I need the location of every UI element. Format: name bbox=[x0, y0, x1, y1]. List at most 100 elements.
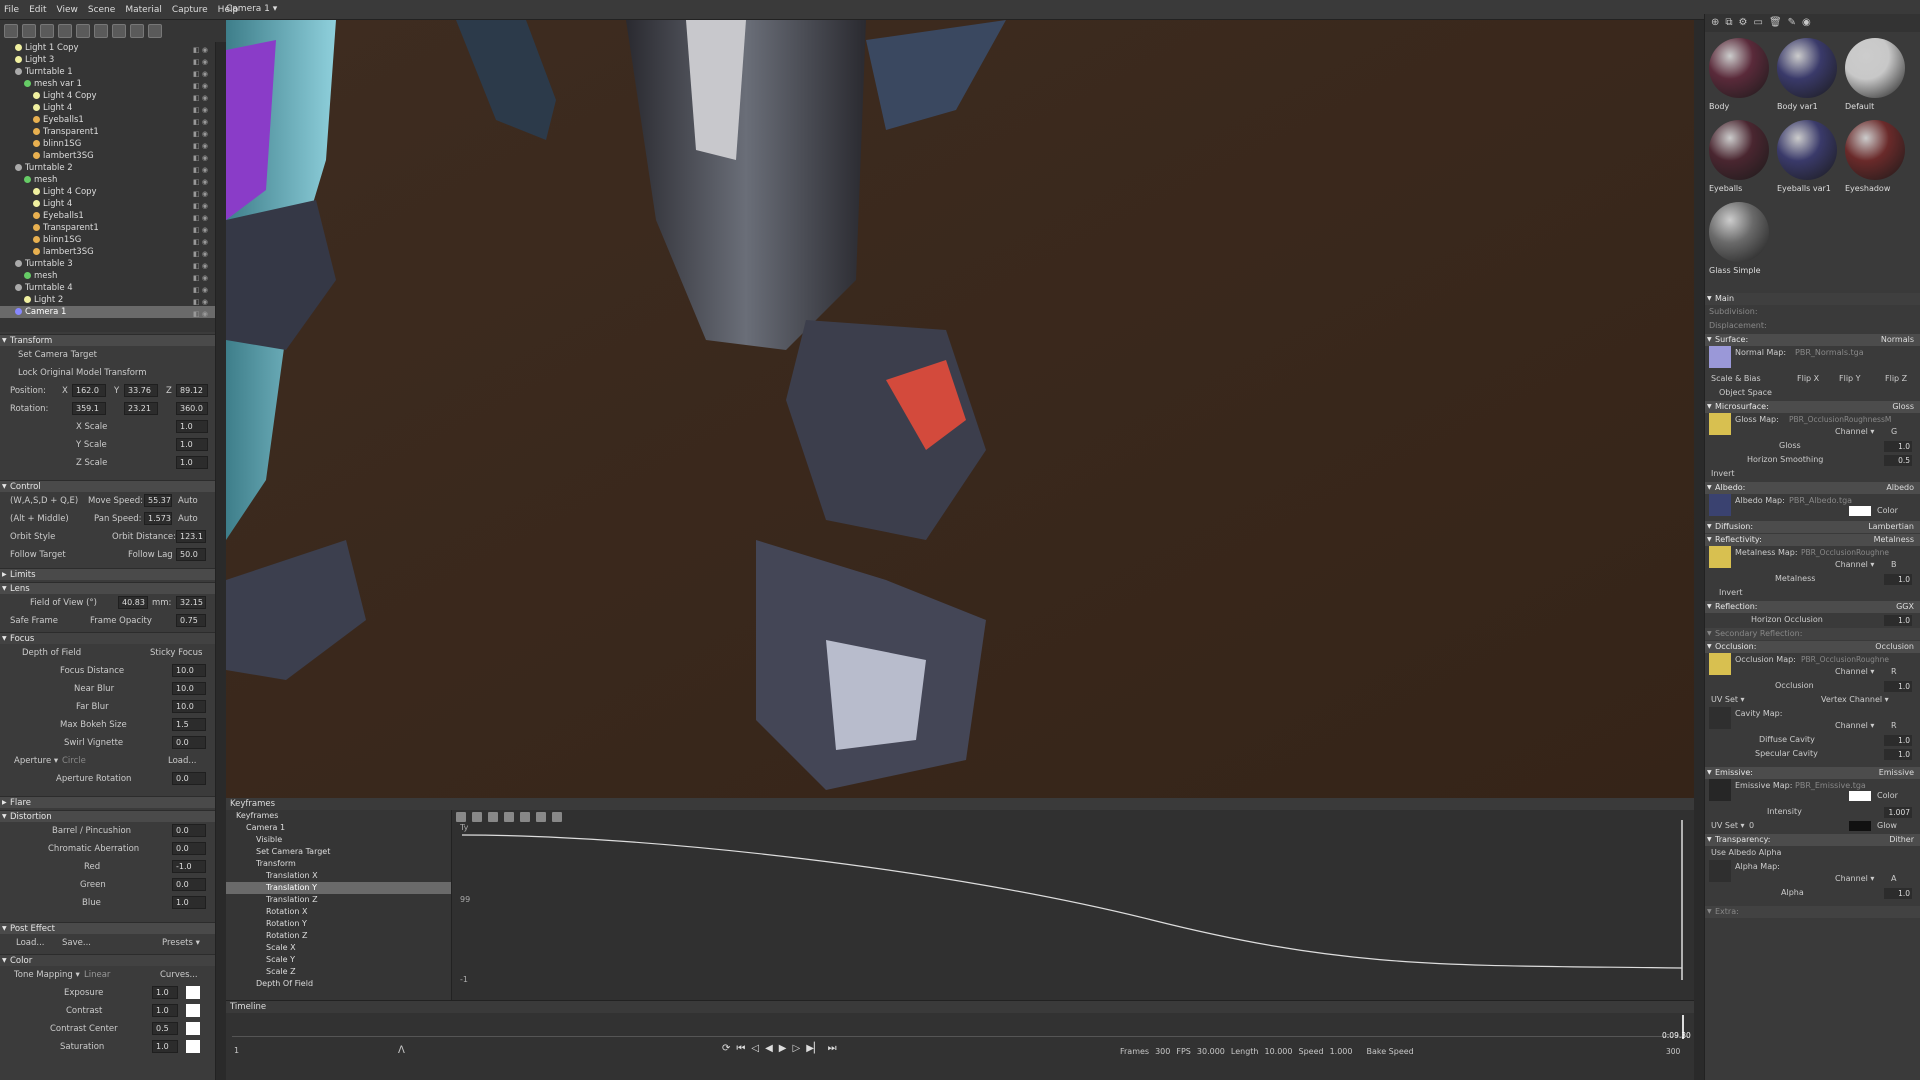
saturation-field[interactable]: 1.0 bbox=[152, 1040, 178, 1053]
post-load-button[interactable]: Load... bbox=[16, 934, 45, 952]
limits-section[interactable]: Limits bbox=[0, 568, 215, 581]
skip-start-icon[interactable]: ⏮ bbox=[736, 1043, 745, 1054]
fps-field[interactable]: 30.000 bbox=[1197, 1047, 1225, 1056]
emissive-uv-dropdown[interactable]: UV Set ▾ bbox=[1711, 819, 1745, 833]
aperture-rotation-field[interactable]: 0.0 bbox=[172, 772, 206, 785]
albedo-map-thumb[interactable] bbox=[1709, 494, 1731, 516]
linear-key-icon[interactable] bbox=[472, 812, 482, 822]
scene-item[interactable]: Eyeballs1 ◧ ◉ bbox=[0, 114, 215, 126]
metal-channel-dropdown[interactable]: Channel ▾ bbox=[1835, 558, 1874, 572]
flip-y-checkbox[interactable]: Flip Y bbox=[1839, 372, 1861, 386]
emissive-color-swatch[interactable] bbox=[1849, 791, 1871, 801]
visibility-icon[interactable]: ◧ ◉ bbox=[193, 164, 209, 174]
red-field[interactable]: -1.0 bbox=[172, 860, 206, 873]
visibility-icon[interactable]: ◧ ◉ bbox=[193, 284, 209, 294]
bokeh-field[interactable]: 1.5 bbox=[172, 718, 206, 731]
length-field[interactable]: 10.000 bbox=[1264, 1047, 1292, 1056]
diffuse-cavity-field[interactable]: 1.0 bbox=[1884, 735, 1912, 746]
menu-file[interactable]: File bbox=[4, 5, 19, 15]
new-icon[interactable] bbox=[4, 24, 18, 38]
alpha-field[interactable]: 1.0 bbox=[1884, 888, 1912, 899]
folder-icon[interactable]: ▭ bbox=[1754, 17, 1763, 29]
main-section[interactable]: Main bbox=[1705, 293, 1920, 305]
visibility-icon[interactable]: ◧ ◉ bbox=[193, 68, 209, 78]
smooth-key-icon[interactable] bbox=[488, 812, 498, 822]
green-field[interactable]: 0.0 bbox=[172, 878, 206, 891]
bake-speed-checkbox[interactable]: Bake Speed bbox=[1366, 1047, 1413, 1056]
contrast-swatch[interactable] bbox=[186, 1004, 200, 1017]
emissive-section[interactable]: Emissive: Emissive bbox=[1705, 767, 1920, 779]
emissive-map-thumb[interactable] bbox=[1709, 779, 1731, 801]
scene-item[interactable]: Eyeballs1 ◧ ◉ bbox=[0, 210, 215, 222]
focus-distance-field[interactable]: 10.0 bbox=[172, 664, 206, 677]
scene-item[interactable]: Light 4 ◧ ◉ bbox=[0, 198, 215, 210]
uv-set-dropdown[interactable]: UV Set ▾ bbox=[1711, 693, 1745, 707]
cavity-channel-dropdown[interactable]: Channel ▾ bbox=[1835, 719, 1874, 733]
camera-selector[interactable]: Camera 1 ▾ bbox=[226, 4, 277, 14]
vertex-channel-dropdown[interactable]: Vertex Channel ▾ bbox=[1821, 693, 1889, 707]
surface-section[interactable]: Surface: Normals bbox=[1705, 334, 1920, 346]
keyframe-track[interactable]: Depth Of Field bbox=[226, 978, 451, 990]
scene-item[interactable]: Light 4 ◧ ◉ bbox=[0, 102, 215, 114]
step-key-icon[interactable] bbox=[504, 812, 514, 822]
lens-section[interactable]: Lens bbox=[0, 582, 215, 595]
scene-item[interactable]: blinn1SG ◧ ◉ bbox=[0, 234, 215, 246]
next-frame-icon[interactable]: ▷ bbox=[793, 1043, 801, 1054]
visibility-icon[interactable]: ◧ ◉ bbox=[193, 248, 209, 258]
copy-material-icon[interactable]: ⧉ bbox=[1725, 17, 1732, 29]
timeline-ruler[interactable] bbox=[232, 1017, 1688, 1037]
barrel-field[interactable]: 0.0 bbox=[172, 824, 206, 837]
albedo-map-file[interactable]: PBR_Albedo.tga bbox=[1789, 494, 1852, 508]
gloss-map-thumb[interactable] bbox=[1709, 413, 1731, 435]
scene-item[interactable]: lambert3SG ◧ ◉ bbox=[0, 150, 215, 162]
keyframe-track[interactable]: Scale Z bbox=[226, 966, 451, 978]
normals-mode[interactable]: Normals bbox=[1881, 334, 1914, 346]
visibility-icon[interactable]: ◧ ◉ bbox=[193, 296, 209, 306]
flip-z-checkbox[interactable]: Flip Z bbox=[1885, 372, 1907, 386]
orbit-distance-field[interactable]: 123.1 bbox=[176, 530, 206, 543]
scene-item[interactable]: Light 1 Copy ◧ ◉ bbox=[0, 42, 215, 54]
metalness-map-thumb[interactable] bbox=[1709, 546, 1731, 568]
keyframe-track[interactable]: Scale Y bbox=[226, 954, 451, 966]
secondary-reflection-section[interactable]: Secondary Reflection: bbox=[1705, 628, 1920, 640]
scene-item[interactable]: Turntable 2 ◧ ◉ bbox=[0, 162, 215, 174]
set-camera-target[interactable]: Set Camera Target bbox=[0, 346, 215, 364]
keyframe-track[interactable]: Camera 1 bbox=[226, 822, 451, 834]
add-material-icon[interactable]: ⊕ bbox=[1711, 17, 1719, 29]
visibility-icon[interactable]: ◧ ◉ bbox=[193, 224, 209, 234]
curve-icon[interactable]: ⴷ bbox=[398, 1045, 405, 1056]
transparency-section[interactable]: Transparency: Dither bbox=[1705, 834, 1920, 846]
3d-viewport[interactable] bbox=[226, 20, 1694, 798]
scale-bias-checkbox[interactable]: Scale & Bias bbox=[1711, 372, 1761, 386]
material-swatch[interactable] bbox=[1845, 120, 1905, 180]
curves-button[interactable]: Curves... bbox=[160, 966, 198, 984]
use-albedo-alpha-checkbox[interactable]: Use Albedo Alpha bbox=[1705, 846, 1920, 860]
keyframe-track[interactable]: Visible bbox=[226, 834, 451, 846]
x-scale-field[interactable]: 1.0 bbox=[176, 420, 208, 433]
displacement-row[interactable]: Displacement: bbox=[1705, 319, 1920, 333]
post-save-button[interactable]: Save... bbox=[62, 934, 91, 952]
visibility-icon[interactable]: ◧ ◉ bbox=[193, 272, 209, 282]
aperture-load-button[interactable]: Load... bbox=[168, 752, 197, 770]
current-frame[interactable]: 1 bbox=[234, 1046, 239, 1055]
tangent-key-icon[interactable] bbox=[520, 812, 530, 822]
horizon-smoothing-field[interactable]: 0.5 bbox=[1884, 455, 1912, 466]
keyframe-track[interactable]: Translation Z bbox=[226, 894, 451, 906]
saturation-swatch[interactable] bbox=[186, 1040, 200, 1053]
far-blur-field[interactable]: 10.0 bbox=[172, 700, 206, 713]
scene-item[interactable]: Light 3 ◧ ◉ bbox=[0, 54, 215, 66]
menu-material[interactable]: Material bbox=[125, 5, 162, 15]
material-swatch[interactable] bbox=[1777, 38, 1837, 98]
gloss-mode[interactable]: Gloss bbox=[1892, 401, 1914, 413]
occlusion-mode[interactable]: Occlusion bbox=[1875, 641, 1914, 653]
visibility-icon[interactable]: ◧ ◉ bbox=[193, 308, 209, 318]
visibility-icon[interactable]: ◧ ◉ bbox=[193, 212, 209, 222]
metalness-field[interactable]: 1.0 bbox=[1884, 574, 1912, 585]
scene-item[interactable]: Camera 1 ◧ ◉ bbox=[0, 306, 215, 318]
material-swatch[interactable] bbox=[1709, 202, 1769, 262]
focus-section[interactable]: Focus bbox=[0, 632, 215, 645]
visibility-icon[interactable]: ◧ ◉ bbox=[193, 260, 209, 270]
visibility-icon[interactable]: ◧ ◉ bbox=[193, 200, 209, 210]
keyframe-track[interactable]: Transform bbox=[226, 858, 451, 870]
contrast-center-swatch[interactable] bbox=[186, 1022, 200, 1035]
